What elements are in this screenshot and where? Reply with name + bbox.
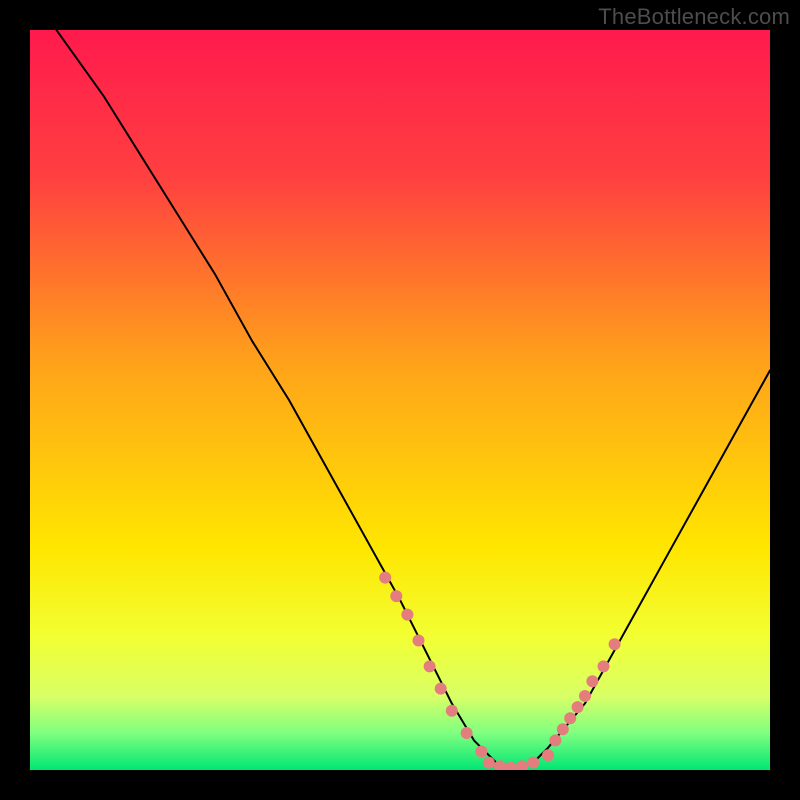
data-point	[527, 757, 539, 769]
gradient-background	[30, 30, 770, 770]
data-point	[542, 749, 554, 761]
data-point	[572, 701, 584, 713]
data-point	[586, 675, 598, 687]
data-point	[379, 572, 391, 584]
data-point	[424, 660, 436, 672]
data-point	[516, 760, 528, 772]
data-point	[549, 734, 561, 746]
chart-frame: TheBottleneck.com	[0, 0, 800, 800]
data-point	[483, 757, 495, 769]
data-point	[609, 638, 621, 650]
data-point	[446, 705, 458, 717]
watermark-text: TheBottleneck.com	[598, 4, 790, 30]
data-point	[579, 690, 591, 702]
data-point	[564, 712, 576, 724]
data-point	[401, 609, 413, 621]
data-point	[413, 635, 425, 647]
data-point	[505, 762, 517, 774]
bottleneck-chart	[0, 0, 800, 800]
data-point	[598, 660, 610, 672]
data-point	[390, 590, 402, 602]
data-point	[475, 746, 487, 758]
data-point	[557, 723, 569, 735]
data-point	[461, 727, 473, 739]
data-point	[494, 760, 506, 772]
data-point	[435, 683, 447, 695]
